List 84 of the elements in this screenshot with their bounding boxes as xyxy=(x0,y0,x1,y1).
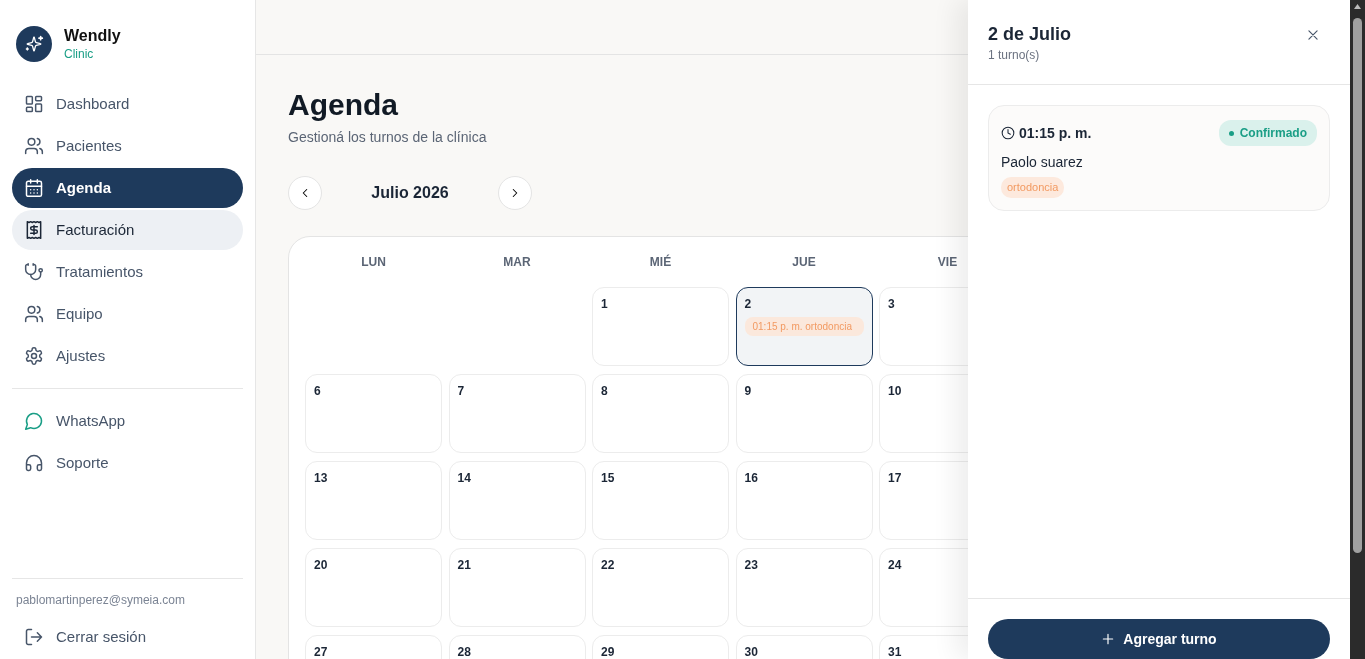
day-cell[interactable]: 28 xyxy=(448,635,586,659)
day-number: 1 xyxy=(601,296,609,313)
weekday-label: VIE xyxy=(936,254,959,271)
day-cell[interactable]: 21 xyxy=(448,548,586,627)
nav-item[interactable]: Equipo xyxy=(12,294,243,334)
appointment-count: 1 turno(s) xyxy=(988,47,1041,64)
users-icon xyxy=(24,136,44,156)
brand-name: Wendly xyxy=(64,26,121,46)
day-number: 21 xyxy=(457,557,472,574)
day-number: 16 xyxy=(744,470,759,487)
day-number: 2 xyxy=(744,296,753,313)
day-number: 14 xyxy=(457,470,472,487)
day-number: 13 xyxy=(314,470,329,487)
add-appointment-button[interactable]: Agregar turno xyxy=(988,619,1330,659)
page-title: Agenda xyxy=(288,87,399,123)
status-badge: Confirmado xyxy=(1218,120,1317,146)
scrollbar-drawing[interactable] xyxy=(1350,0,1365,659)
brand-subtitle: Clinic xyxy=(64,46,95,62)
treatment-tag: ortodoncia xyxy=(1001,177,1065,198)
receipt-icon xyxy=(24,220,44,240)
weekday-label: LUN xyxy=(360,254,387,271)
patient-name: Paolo suarez xyxy=(1001,153,1084,172)
day-number: 17 xyxy=(888,470,903,487)
day-cell[interactable]: 16 xyxy=(735,461,873,540)
day-cell[interactable]: 6 xyxy=(305,374,442,453)
day-number: 7 xyxy=(457,383,466,400)
appointment-card[interactable]: 01:15 p. m. Confirmado Paolo suarez ortodoncia xyxy=(988,105,1330,211)
nav-item[interactable]: Dashboard xyxy=(12,84,243,124)
stethoscope-icon xyxy=(24,262,44,282)
chat-bubble-icon xyxy=(24,411,44,431)
clock-icon xyxy=(1001,126,1015,140)
nav-item[interactable]: Pacientes xyxy=(12,126,243,166)
day-cell[interactable]: 30 xyxy=(735,635,873,659)
logout-button[interactable]: Cerrar sesión xyxy=(12,617,243,657)
day-number: 10 xyxy=(888,383,903,400)
day-cell[interactable]: 27 xyxy=(305,635,442,659)
calendar-icon xyxy=(24,178,44,198)
day-cell[interactable]: 20 xyxy=(305,548,442,627)
day-number: 6 xyxy=(314,383,322,400)
day-cell[interactable]: 2 01:15 p. m. ortodoncia xyxy=(735,287,873,366)
page-subtitle: Gestioná los turnos de la clínica xyxy=(288,128,487,147)
nav-item[interactable]: WhatsApp xyxy=(12,401,243,441)
day-cell[interactable]: 22 xyxy=(592,548,729,627)
user-email: pablomartinperez@symeia.com xyxy=(15,592,186,609)
day-cell[interactable]: 13 xyxy=(305,461,442,540)
nav-item[interactable]: Agenda xyxy=(12,168,243,208)
day-number: 22 xyxy=(601,557,616,574)
logout-icon xyxy=(24,627,44,647)
day-number: 27 xyxy=(314,644,329,659)
plus-icon xyxy=(1101,632,1116,646)
day-cell[interactable]: 7 xyxy=(448,374,586,453)
day-cell[interactable]: 14 xyxy=(448,461,586,540)
day-number: 31 xyxy=(888,644,903,659)
day-cell[interactable]: 1 xyxy=(592,287,729,366)
weekday-label: MIÉ xyxy=(648,253,673,271)
appointment-time: 01:15 p. m. xyxy=(1019,123,1092,143)
weekday-label: JUE xyxy=(791,254,817,271)
weekday-label: MAR xyxy=(502,254,532,271)
logo-icon xyxy=(16,26,52,62)
panel-title: 2 de Julio xyxy=(988,23,1072,46)
day-number: 30 xyxy=(744,644,759,659)
day-cell[interactable]: 23 xyxy=(735,548,873,627)
day-number: 3 xyxy=(888,296,896,313)
month-label: Julio 2026 xyxy=(370,183,450,203)
gear-icon xyxy=(24,346,44,366)
nav-item[interactable]: Soporte xyxy=(12,443,243,483)
day-number: 15 xyxy=(601,470,616,487)
headphones-icon xyxy=(24,453,44,473)
day-number: 24 xyxy=(888,557,903,574)
day-cell[interactable]: 29 xyxy=(592,635,729,659)
day-number: 20 xyxy=(314,557,329,574)
day-number: 23 xyxy=(744,557,759,574)
nav-item[interactable]: Tratamientos xyxy=(12,252,243,292)
day-number: 9 xyxy=(744,383,753,400)
day-cell[interactable]: 8 xyxy=(592,374,729,453)
day-cell[interactable]: 9 xyxy=(735,374,873,453)
day-cell[interactable]: 15 xyxy=(592,461,729,540)
grid-icon xyxy=(24,94,44,114)
day-number: 29 xyxy=(601,644,616,659)
day-number: 28 xyxy=(457,644,472,659)
team-icon xyxy=(24,304,44,324)
nav-item[interactable]: Ajustes xyxy=(12,336,243,376)
day-number: 8 xyxy=(601,383,609,400)
nav-item[interactable]: Facturación xyxy=(12,210,243,250)
